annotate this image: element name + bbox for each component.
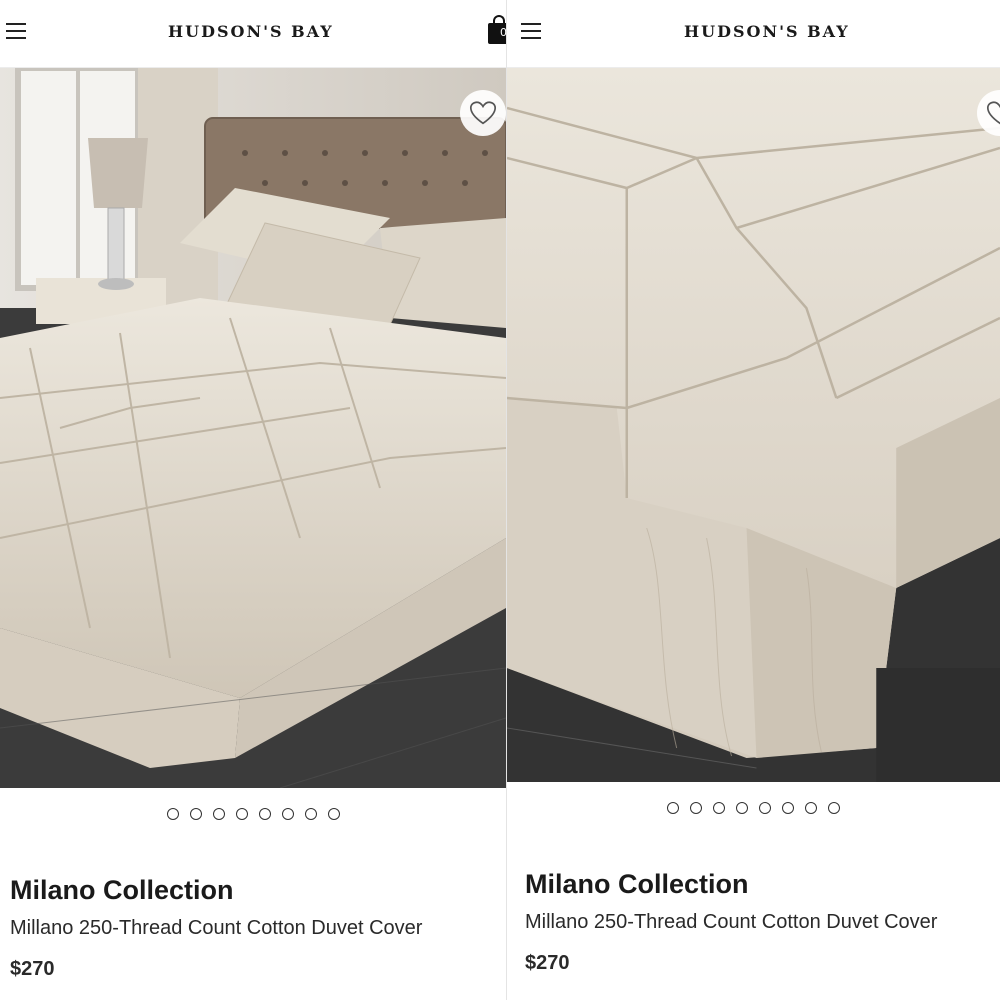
carousel-dot[interactable] [805,802,817,814]
product-price: $270 [10,958,55,980]
product-name[interactable]: Millano 250-Thread Count Cotton Duvet Co… [525,911,937,934]
heart-shape [986,101,1000,125]
site-header: HUDSON'S BAY 0 [0,0,506,68]
product-brand[interactable]: Milano Collection [525,869,749,900]
product-image[interactable] [0,68,506,788]
duvet-closeup-photo [507,68,1000,782]
store-logo[interactable]: HUDSON'S BAY [168,22,334,41]
carousel-dot[interactable] [166,808,179,820]
carousel-dot[interactable] [759,802,771,814]
carousel-dot[interactable] [713,802,725,814]
carousel-dot[interactable] [281,808,294,820]
heart-shape [469,101,497,125]
product-image[interactable] [507,68,1000,782]
carousel-dot[interactable] [235,808,248,820]
bed-photo [0,68,506,788]
hamburger-menu-icon[interactable] [521,23,541,41]
product-brand[interactable]: Milano Collection [10,875,234,906]
carousel-dot[interactable] [258,808,271,820]
product-price: $270 [525,952,570,974]
carousel-dot[interactable] [304,808,317,820]
carousel-indicator [0,808,506,820]
store-logo[interactable]: HUDSON'S BAY [684,22,850,41]
heart-outline-icon[interactable] [460,90,506,136]
product-panel-right: HUDSON'S BAY Milano Collection Millano 2… [506,0,1000,1000]
hamburger-menu-icon[interactable] [6,23,26,41]
carousel-dot[interactable] [667,802,679,814]
carousel-dot[interactable] [736,802,748,814]
carousel-indicator [507,802,1000,814]
carousel-dot[interactable] [327,808,340,820]
shopping-bag-icon[interactable]: 0 [488,14,506,44]
carousel-dot[interactable] [212,808,225,820]
carousel-dot[interactable] [189,808,202,820]
product-panel-left: HUDSON'S BAY 0 Milano Collection Millano… [0,0,506,1000]
site-header: HUDSON'S BAY [507,0,1000,68]
product-name[interactable]: Millano 250-Thread Count Cotton Duvet Co… [10,917,422,940]
carousel-dot[interactable] [828,802,840,814]
carousel-dot[interactable] [782,802,794,814]
carousel-dot[interactable] [690,802,702,814]
